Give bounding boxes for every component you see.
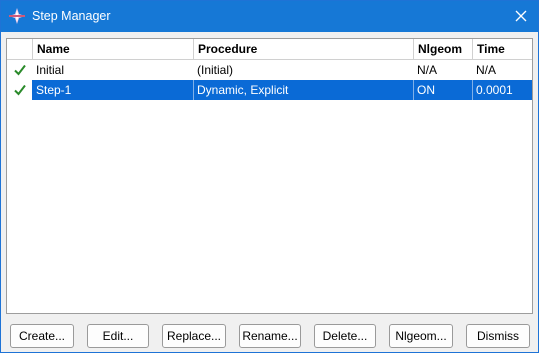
cell-name: Initial: [36, 63, 65, 77]
delete-button[interactable]: Delete...: [314, 324, 376, 348]
column-header-nlgeom[interactable]: Nlgeom: [413, 39, 472, 59]
cell-procedure: Dynamic, Explicit: [197, 83, 289, 97]
cell-procedure: (Initial): [197, 63, 234, 77]
close-button[interactable]: [508, 4, 534, 28]
column-header-procedure[interactable]: Procedure: [193, 39, 413, 59]
nlgeom-button[interactable]: Nlgeom...: [389, 324, 453, 348]
app-icon: [9, 8, 25, 24]
step-manager-window: Step Manager Name Procedure Nlgeom Time …: [0, 0, 539, 353]
edit-button[interactable]: Edit...: [87, 324, 149, 348]
dismiss-button[interactable]: Dismiss: [466, 324, 530, 348]
cell-nlgeom: N/A: [417, 63, 438, 77]
checkmark-icon: [14, 84, 26, 96]
dialog-body: Name Procedure Nlgeom Time Initial (Init…: [1, 32, 538, 352]
title-bar[interactable]: Step Manager: [1, 1, 538, 32]
cell-time: 0.0001: [476, 83, 513, 97]
close-icon: [515, 10, 527, 22]
column-header-time[interactable]: Time: [472, 39, 532, 59]
table-row[interactable]: Initial (Initial) N/A N/A: [7, 60, 532, 80]
table-row-selected[interactable]: Step-1 Dynamic, Explicit ON 0.0001: [7, 80, 532, 100]
button-bar: Create... Edit... Replace... Rename... D…: [1, 324, 538, 348]
create-button[interactable]: Create...: [10, 324, 74, 348]
column-header-name[interactable]: Name: [32, 39, 193, 59]
steps-table: Name Procedure Nlgeom Time Initial (Init…: [6, 38, 533, 314]
cell-time: N/A: [476, 63, 497, 77]
window-title: Step Manager: [32, 9, 111, 23]
cell-name: Step-1: [36, 83, 72, 97]
cell-nlgeom: ON: [417, 83, 435, 97]
replace-button[interactable]: Replace...: [162, 324, 226, 348]
table-header: Name Procedure Nlgeom Time: [7, 39, 532, 60]
rename-button[interactable]: Rename...: [239, 324, 301, 348]
checkmark-icon: [14, 64, 26, 76]
